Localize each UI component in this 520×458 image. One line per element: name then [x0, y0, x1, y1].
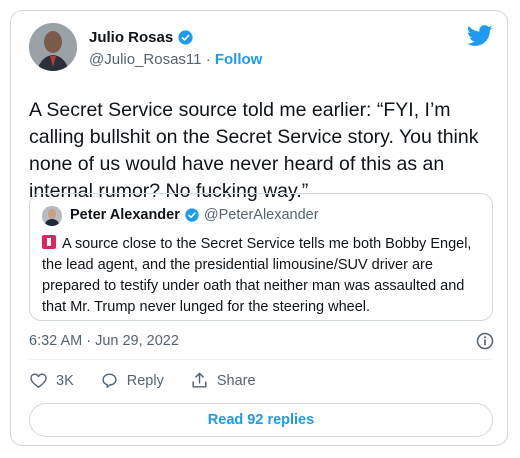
handle-separator: · [205, 51, 211, 68]
twitter-bird-icon[interactable] [467, 25, 493, 47]
quoted-tweet-text: A source close to the Secret Service tel… [42, 236, 472, 315]
tweet-text: A Secret Service source told me earlier:… [29, 99, 479, 202]
heart-icon [30, 373, 47, 388]
tweet-timestamp[interactable]: 6:32 AM · Jun 29, 2022 [29, 333, 179, 349]
quoted-tweet[interactable]: Peter Alexander @PeterAlexander A source… [29, 193, 493, 321]
quoted-author-row: Peter Alexander @PeterAlexander [70, 207, 319, 223]
author-name[interactable]: Julio Rosas [89, 29, 173, 46]
author-handle[interactable]: @Julio_Rosas11 [89, 51, 202, 68]
author-handle-row: @Julio_Rosas11 · Follow [89, 51, 262, 68]
verified-badge-icon [185, 208, 199, 222]
reply-button[interactable]: Reply [100, 371, 164, 390]
quoted-tweet-text-block: A source close to the Secret Service tel… [42, 234, 482, 318]
tweet-card: Julio Rosas @Julio_Rosas11 · Follow A Se… [10, 10, 508, 446]
tweet-meta-row: 6:32 AM · Jun 29, 2022 [29, 331, 495, 351]
share-icon [192, 372, 207, 388]
like-button[interactable]: 3K [29, 371, 74, 390]
share-button[interactable]: Share [190, 371, 256, 390]
author-name-row: Julio Rosas [89, 29, 194, 46]
tweet-actions: 3K Reply Share [29, 371, 282, 390]
share-label: Share [216, 372, 256, 389]
reply-label: Reply [126, 372, 164, 389]
reply-icon [102, 373, 117, 388]
siren-emoji-icon [42, 235, 56, 249]
divider [29, 359, 491, 360]
follow-button[interactable]: Follow [215, 51, 263, 68]
like-count: 3K [56, 372, 74, 389]
quoted-author-handle: @PeterAlexander [203, 207, 319, 223]
info-icon[interactable] [475, 331, 495, 351]
quoted-author-avatar [42, 206, 62, 226]
read-replies-button[interactable]: Read 92 replies [29, 403, 493, 437]
verified-badge-icon [178, 30, 193, 45]
quoted-author-name: Peter Alexander [70, 207, 180, 223]
author-avatar[interactable] [29, 23, 77, 71]
